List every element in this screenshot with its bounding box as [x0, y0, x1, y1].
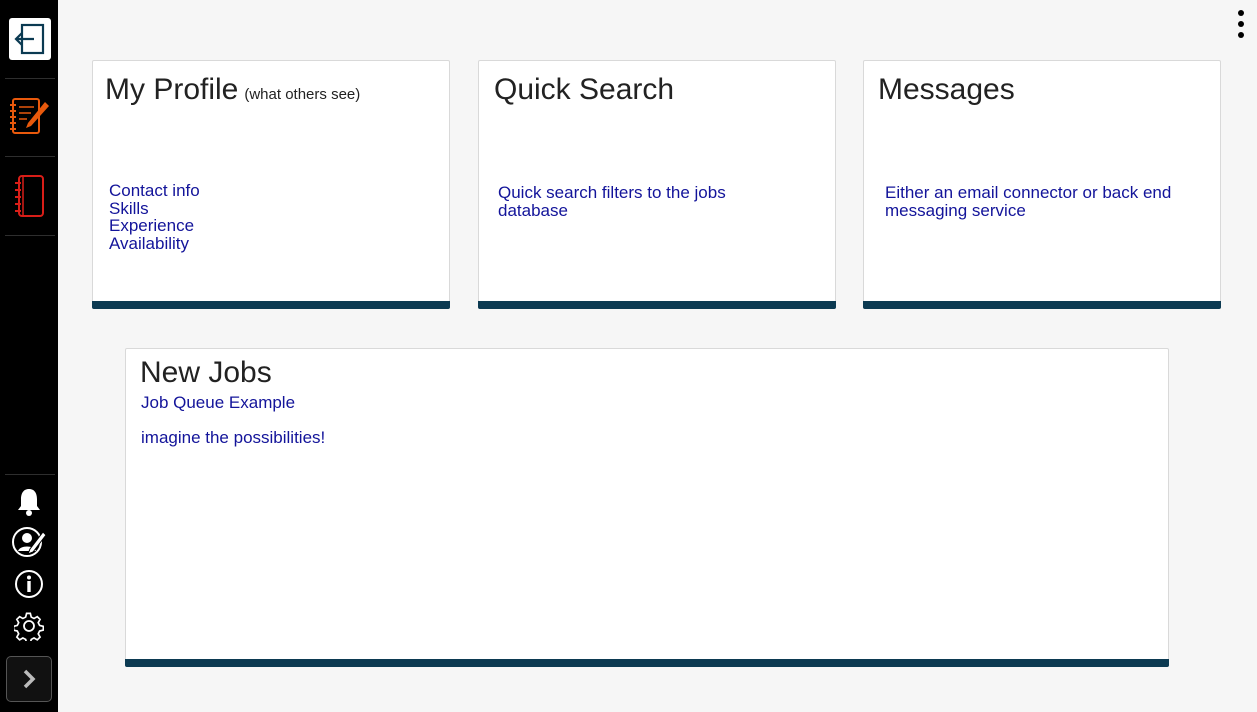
profile-item-availability[interactable]: Availability [109, 234, 200, 253]
profile-items: Contact info Skills Experience Availabil… [109, 182, 200, 252]
profile-subtitle: (what others see) [244, 86, 361, 103]
quick-search-description: Quick search filters to the jobs databas… [498, 183, 726, 220]
bell-icon [18, 489, 40, 516]
sidebar-item-notebook[interactable] [5, 172, 53, 220]
profile-item-contact[interactable]: Contact info [109, 182, 200, 200]
card-title: My Profile (what others see) [105, 73, 360, 107]
quick-search-card[interactable]: Quick Search Quick search filters to the… [478, 60, 836, 309]
kebab-menu-icon[interactable] [1235, 10, 1247, 38]
sidebar-divider [5, 156, 55, 157]
sidebar-divider [5, 235, 55, 236]
messages-card[interactable]: Messages Either an email connector or ba… [863, 60, 1221, 309]
chevron-right-icon [23, 669, 36, 689]
sidebar-divider [5, 474, 55, 475]
quick-search-title: Quick Search [494, 73, 675, 106]
exit-icon [14, 23, 45, 55]
profile-title: My Profile [105, 73, 239, 106]
notes-edit-icon [10, 98, 49, 134]
new-jobs-note: imagine the possibilities! [141, 428, 326, 447]
sidebar-divider [5, 78, 55, 79]
new-jobs-card: New Jobs Job Queue Example imagine the p… [125, 348, 1169, 667]
notebook-icon [15, 175, 44, 217]
info-button[interactable] [5, 568, 53, 600]
profile-card: My Profile (what others see) Contact info… [92, 60, 450, 309]
exit-button[interactable] [9, 18, 51, 60]
sidebar [0, 0, 58, 712]
gear-icon [14, 612, 44, 641]
messages-title: Messages [878, 73, 1015, 106]
notifications-button[interactable] [5, 486, 53, 518]
settings-button[interactable] [5, 610, 53, 642]
edit-profile-button[interactable] [5, 524, 53, 560]
new-jobs-title: New Jobs [140, 356, 272, 389]
sidebar-item-notes[interactable] [5, 92, 53, 140]
info-icon [15, 570, 43, 598]
messages-description: Either an email connector or back end me… [885, 183, 1172, 220]
user-edit-icon [12, 527, 47, 557]
profile-item-experience[interactable]: Experience [109, 217, 200, 235]
collapse-sidebar-button[interactable] [6, 656, 52, 702]
profile-item-skills[interactable]: Skills [109, 199, 200, 218]
new-jobs-subtitle: Job Queue Example [141, 393, 296, 412]
